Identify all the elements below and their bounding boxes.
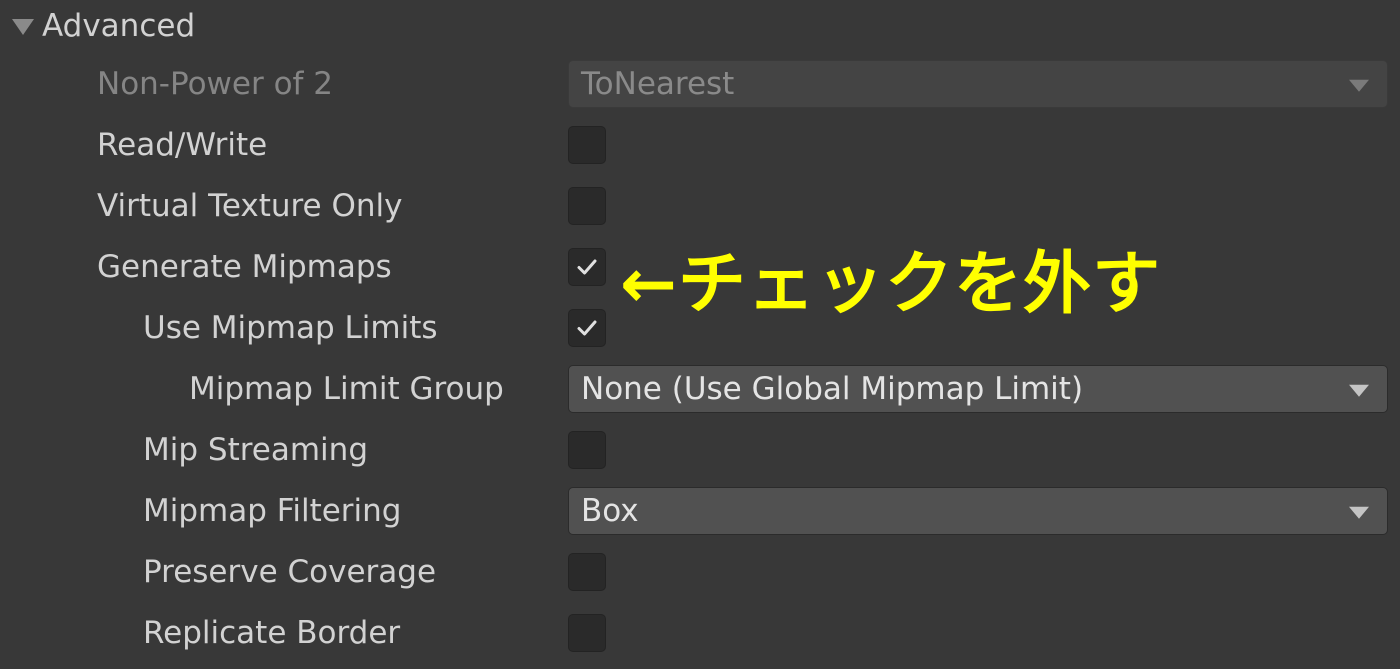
row-virtual-texture-only: Virtual Texture Only xyxy=(0,177,1400,235)
non-power-of-2-label: Non-Power of 2 xyxy=(97,66,334,102)
row-non-power-of-2: Non-Power of 2 ToNearest xyxy=(0,55,1400,113)
dropdown-arrow-icon xyxy=(1349,79,1369,92)
mipmap-limit-group-dropdown[interactable]: None (Use Global Mipmap Limit) xyxy=(568,365,1388,413)
mipmap-filtering-dropdown[interactable]: Box xyxy=(568,487,1388,535)
read-write-label: Read/Write xyxy=(97,127,268,163)
uncheck-annotation: ←チェックを外す xyxy=(620,245,1161,324)
checkmark-icon xyxy=(577,320,597,336)
mip-streaming-checkbox[interactable] xyxy=(568,431,606,469)
dropdown-arrow-icon xyxy=(1349,384,1369,397)
foldout-expanded-icon[interactable] xyxy=(12,19,34,35)
mipmap-limit-group-label: Mipmap Limit Group xyxy=(189,371,504,407)
dropdown-value: None (Use Global Mipmap Limit) xyxy=(581,371,1084,407)
preserve-coverage-checkbox[interactable] xyxy=(568,553,606,591)
mip-streaming-label: Mip Streaming xyxy=(143,432,368,468)
row-mip-streaming: Mip Streaming xyxy=(0,421,1400,479)
replicate-border-label: Replicate Border xyxy=(143,615,401,651)
use-mipmap-limits-label: Use Mipmap Limits xyxy=(143,310,438,346)
virtual-texture-only-label: Virtual Texture Only xyxy=(97,188,403,224)
dropdown-value: ToNearest xyxy=(581,66,735,102)
row-mipmap-filtering: Mipmap Filtering Box xyxy=(0,482,1400,540)
non-power-of-2-dropdown[interactable]: ToNearest xyxy=(568,60,1388,108)
preserve-coverage-label: Preserve Coverage xyxy=(143,554,437,590)
checkmark-icon xyxy=(577,259,597,275)
row-read-write: Read/Write xyxy=(0,116,1400,174)
generate-mipmaps-checkbox[interactable] xyxy=(568,248,606,286)
mipmap-filtering-label: Mipmap Filtering xyxy=(143,493,402,529)
row-replicate-border: Replicate Border xyxy=(0,604,1400,662)
use-mipmap-limits-checkbox[interactable] xyxy=(568,309,606,347)
replicate-border-checkbox[interactable] xyxy=(568,614,606,652)
generate-mipmaps-label: Generate Mipmaps xyxy=(97,249,392,285)
virtual-texture-only-checkbox[interactable] xyxy=(568,187,606,225)
section-title: Advanced xyxy=(42,8,196,44)
read-write-checkbox[interactable] xyxy=(568,126,606,164)
advanced-foldout[interactable]: Advanced xyxy=(12,2,195,50)
row-preserve-coverage: Preserve Coverage xyxy=(0,543,1400,601)
dropdown-value: Box xyxy=(581,493,639,529)
dropdown-arrow-icon xyxy=(1349,506,1369,519)
row-mipmap-limit-group: Mipmap Limit Group None (Use Global Mipm… xyxy=(0,360,1400,418)
